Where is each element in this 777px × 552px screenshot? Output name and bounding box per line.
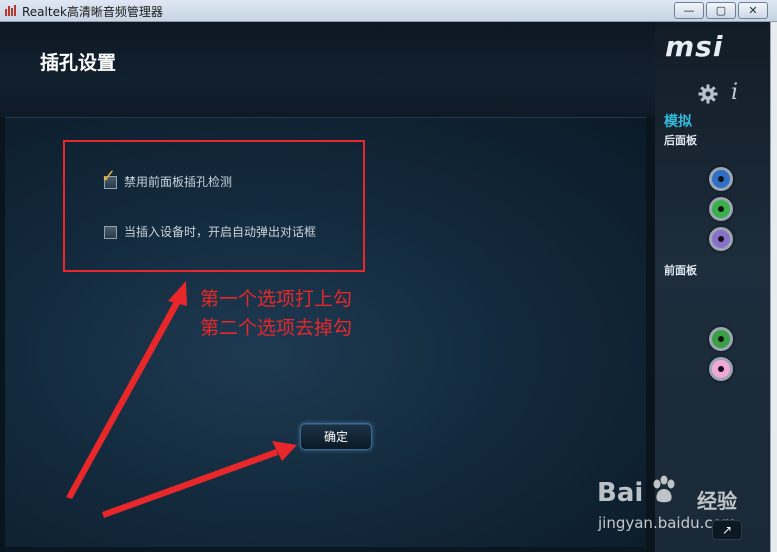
title-bar: Realtek高清晰音频管理器 — ▢ ✕ (0, 0, 777, 22)
window-title: Realtek高清晰音频管理器 (22, 5, 163, 19)
baidu-watermark-logo: Bai (597, 478, 644, 508)
jingyan-watermark-text: 经验 (697, 489, 737, 513)
front-jack-green[interactable] (709, 327, 733, 351)
close-button[interactable]: ✕ (738, 2, 768, 19)
rear-panel-label: 后面板 (664, 134, 697, 147)
gear-icon[interactable] (698, 84, 718, 104)
auto-popup-dialog-checkbox[interactable] (104, 226, 117, 239)
rear-jack-purple[interactable] (709, 227, 733, 251)
msi-logo: msi (665, 30, 724, 63)
rear-jack-blue[interactable] (709, 167, 733, 191)
next-arrow-button[interactable]: ↗ (712, 520, 742, 540)
annotation-line-2: 第二个选项去掉勾 (200, 317, 353, 339)
realtek-app-icon (5, 5, 16, 16)
minimize-button[interactable]: — (674, 2, 704, 19)
analog-tab[interactable]: 模拟 (664, 111, 692, 131)
ok-button[interactable]: 确定 (300, 423, 372, 450)
info-icon[interactable]: i (731, 80, 738, 105)
rear-jack-green[interactable] (709, 197, 733, 221)
annotation-line-1: 第一个选项打上勾 (200, 288, 353, 310)
options-highlight-box (63, 140, 365, 272)
front-jack-pink[interactable] (709, 357, 733, 381)
maximize-button[interactable]: ▢ (706, 2, 736, 19)
checkmark-icon: ✓ (101, 166, 117, 187)
window-right-edge (770, 22, 777, 552)
page-title: 插孔设置 (40, 52, 117, 74)
paw-icon (653, 475, 675, 503)
header: 插孔设置 (0, 22, 655, 117)
auto-popup-dialog-label[interactable]: 当插入设备时，开启自动弹出对话框 (124, 223, 316, 240)
front-panel-label: 前面板 (664, 264, 697, 277)
disable-front-panel-detection-label[interactable]: 禁用前面板插孔检测 (124, 173, 232, 190)
